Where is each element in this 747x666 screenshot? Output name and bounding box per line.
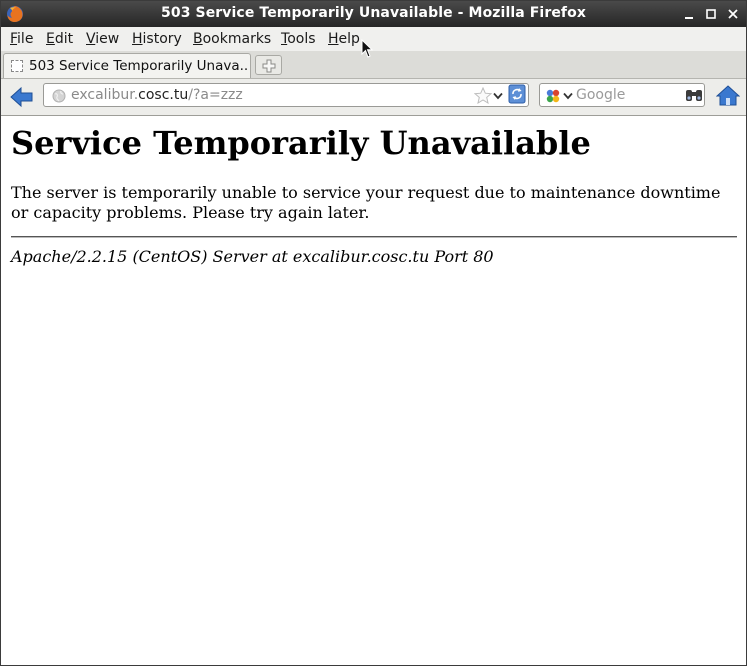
menu-file[interactable]: File <box>10 31 33 47</box>
menu-edit[interactable]: Edit <box>46 31 73 47</box>
close-icon[interactable] <box>725 6 741 22</box>
browser-window: 503 Service Temporarily Unavailable - Mo… <box>0 0 747 666</box>
maximize-icon[interactable] <box>703 6 719 22</box>
window-title: 503 Service Temporarily Unavailable - Mo… <box>161 5 586 21</box>
binoculars-icon[interactable] <box>685 88 703 102</box>
server-signature: Apache/2.2.15 (CentOS) Server at excalib… <box>11 247 494 266</box>
page-content: Service Temporarily Unavailable The serv… <box>1 116 746 665</box>
google-engine-icon[interactable] <box>545 88 561 104</box>
title-bar: 503 Service Temporarily Unavailable - Mo… <box>1 1 746 27</box>
menu-tools[interactable]: Tools <box>281 31 316 47</box>
divider <box>11 236 737 238</box>
error-message: The server is temporarily unable to serv… <box>11 183 721 222</box>
minimize-icon[interactable] <box>681 6 697 22</box>
tab-active[interactable]: 503 Service Temporarily Unava... <box>3 53 251 78</box>
chevron-down-icon[interactable] <box>563 92 573 100</box>
menu-bookmarks[interactable]: Bookmarks <box>193 31 271 47</box>
back-button[interactable] <box>9 85 35 109</box>
search-bar[interactable] <box>539 83 705 107</box>
menu-history[interactable]: History <box>132 31 182 47</box>
plus-icon <box>262 59 276 73</box>
reload-icon[interactable] <box>508 83 526 105</box>
menu-bar: File Edit View History Bookmarks Tools H… <box>1 27 746 52</box>
page-heading: Service Temporarily Unavailable <box>11 124 591 162</box>
tab-label: 503 Service Temporarily Unava... <box>29 58 247 74</box>
new-tab-button[interactable] <box>255 55 282 75</box>
menu-view[interactable]: View <box>86 31 119 47</box>
home-icon[interactable] <box>716 84 740 106</box>
back-arrow-icon <box>10 86 33 108</box>
tab-bar: 503 Service Temporarily Unava... <box>1 51 746 79</box>
search-input[interactable] <box>576 86 680 104</box>
bookmark-star-icon[interactable] <box>474 87 492 104</box>
navigation-toolbar: excalibur.cosc.tu/?a=zzz <box>1 79 746 116</box>
mouse-cursor-icon <box>361 39 373 58</box>
chevron-down-icon[interactable] <box>493 92 503 100</box>
page-favicon-icon <box>11 60 23 72</box>
globe-icon <box>52 89 66 103</box>
menu-help[interactable]: Help <box>328 31 360 47</box>
url-bar[interactable]: excalibur.cosc.tu/?a=zzz <box>43 83 529 107</box>
url-text[interactable]: excalibur.cosc.tu/?a=zzz <box>71 87 243 103</box>
